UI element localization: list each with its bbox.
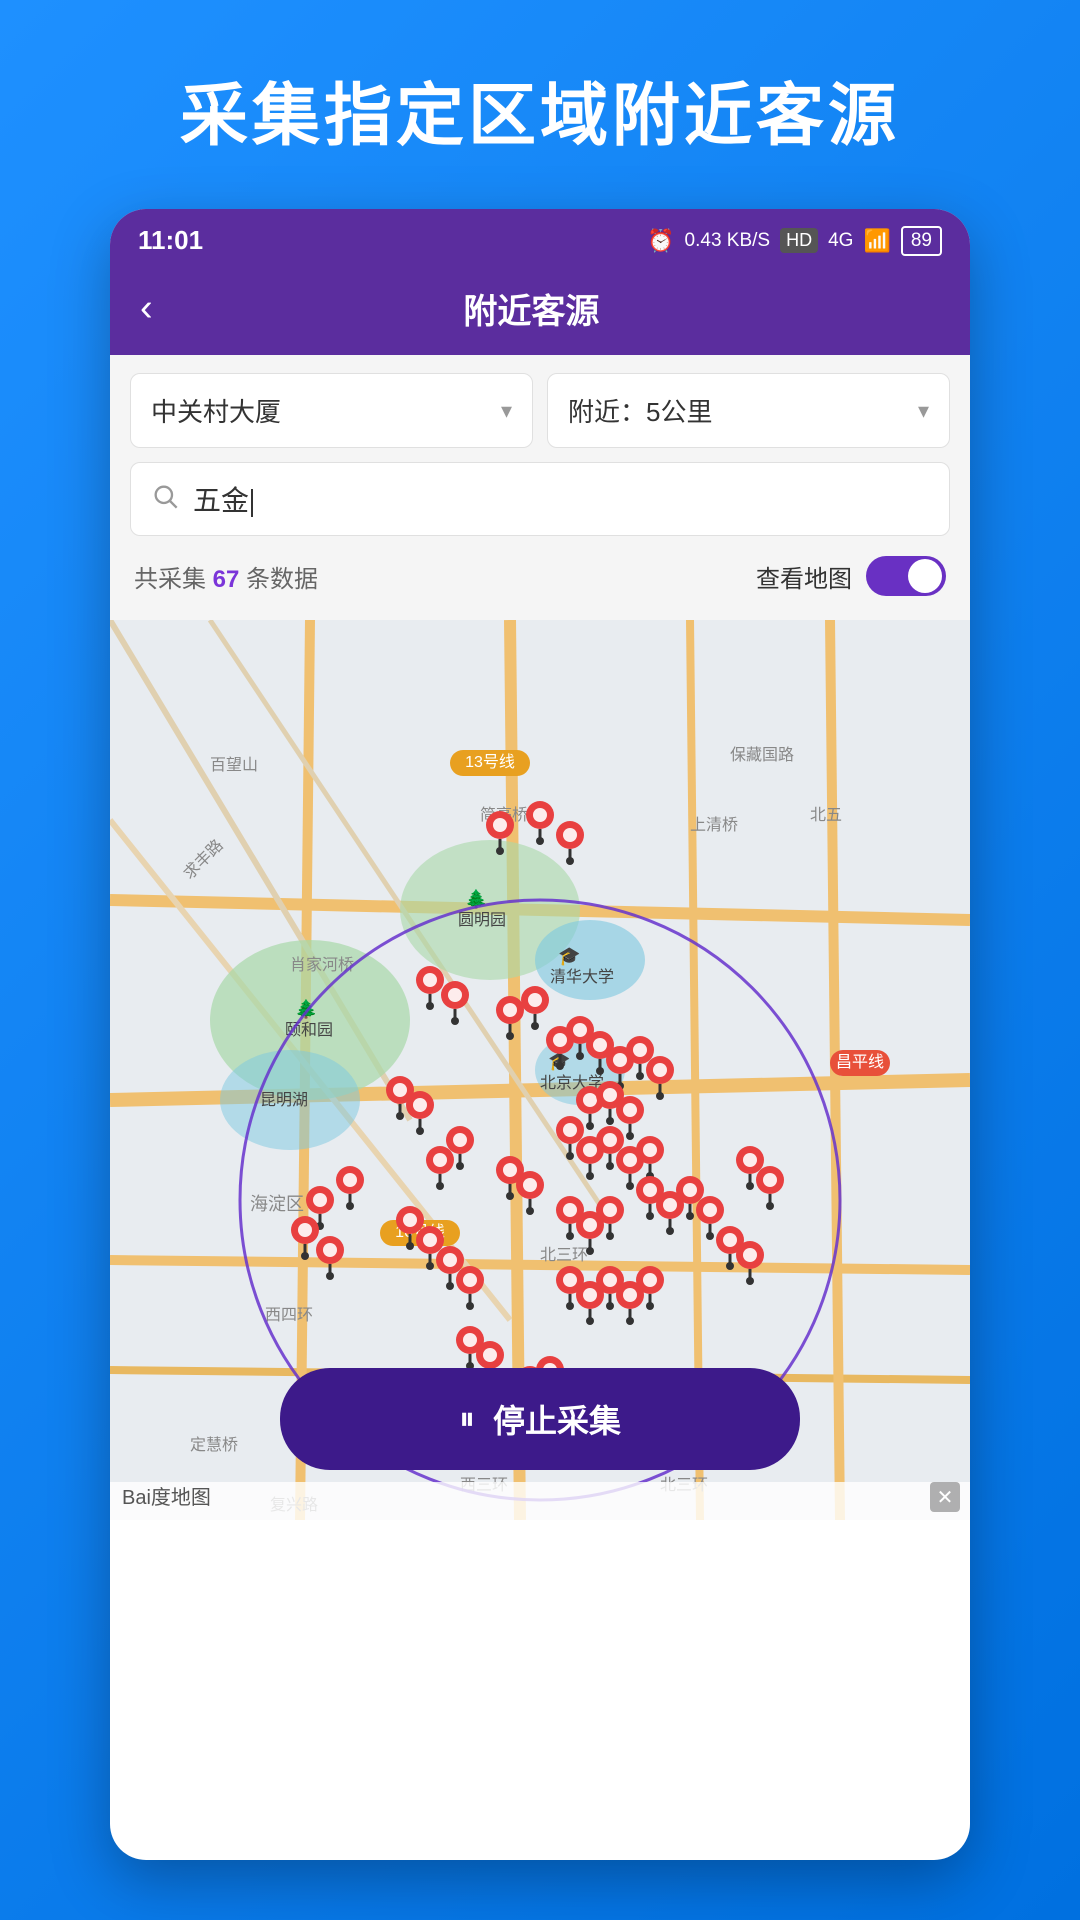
back-button[interactable]: ‹ [140,287,153,330]
headline: 采集指定区域附近客源 [140,0,940,209]
stats-count: 67 [213,566,240,593]
alarm-icon: ⏰ [647,228,674,254]
search-input[interactable]: 五金 [193,479,929,519]
stats-suffix: 条数据 [246,566,318,593]
search-icon [151,482,179,517]
status-bar: 11:01 ⏰ 0.43 KB/S HD 4G 📶 89 [110,209,970,266]
location-value: 中关村大厦 [151,392,281,429]
phone-frame: 11:01 ⏰ 0.43 KB/S HD 4G 📶 89 ‹ 附近客源 中关村大… [110,209,970,1860]
map-toggle-switch[interactable] [866,556,946,596]
page-title: 附近客源 [173,284,890,333]
stats-text: 共采集 67 条数据 [134,559,318,594]
stop-label: 停止采集 [493,1396,621,1442]
svg-text:🎓: 🎓 [558,946,580,966]
pause-icon: ⏸ [459,1400,475,1438]
stop-btn-area: ⏸ 停止采集 [280,1368,800,1470]
toggle-knob [908,559,942,593]
svg-text:昆明湖: 昆明湖 [260,1091,308,1109]
svg-text:13号线: 13号线 [465,753,515,771]
location-dropdown[interactable]: 中关村大厦 ▾ [130,373,533,448]
dropdown-row: 中关村大厦 ▾ 附近：5公里 ▾ [130,373,950,448]
signal-bars-icon: 📶 [863,228,890,254]
map-toggle-area: 查看地图 [756,556,946,596]
svg-text:海淀区: 海淀区 [250,1194,304,1214]
svg-text:百望山: 百望山 [210,756,258,774]
signal-4g: 4G [828,230,853,252]
hd-badge: HD [780,228,818,253]
network-speed: 0.43 KB/S [685,230,771,252]
svg-text:昌平线: 昌平线 [836,1053,884,1071]
map-toggle-label: 查看地图 [756,559,852,594]
location-chevron-icon: ▾ [501,398,512,424]
close-watermark-button[interactable]: ✕ [930,1482,960,1512]
svg-text:北五: 北五 [810,806,842,824]
svg-text:西四环: 西四环 [265,1307,313,1324]
svg-text:定慧桥: 定慧桥 [190,1436,238,1454]
battery-indicator: 89 [901,226,942,256]
stats-row: 共采集 67 条数据 查看地图 [130,550,950,602]
status-icons: ⏰ 0.43 KB/S HD 4G 📶 89 [647,226,942,256]
svg-text:圆明园: 圆明园 [458,912,506,929]
nearby-chevron-icon: ▾ [918,398,929,424]
svg-text:保藏国路: 保藏国路 [730,746,794,764]
stop-collection-button[interactable]: ⏸ 停止采集 [280,1368,800,1470]
stats-prefix: 共采集 [134,566,206,593]
search-box[interactable]: 五金 [130,462,950,536]
nav-bar: ‹ 附近客源 [110,266,970,355]
status-time: 11:01 [138,225,203,256]
svg-text:北三环: 北三环 [540,1246,588,1264]
map-container: 🌲 颐和园 昆明湖 🌲 圆明园 🎓 清华大学 🎓 北京大学 16号线 10号线 … [110,620,970,1520]
svg-text:Bai度地图: Bai度地图 [122,1486,211,1509]
nearby-value: 附近：5公里 [568,392,712,429]
controls-area: 中关村大厦 ▾ 附近：5公里 ▾ 五金 共采集 67 [110,355,970,620]
nearby-dropdown[interactable]: 附近：5公里 ▾ [547,373,950,448]
svg-text:清华大学: 清华大学 [550,968,614,986]
svg-text:上清桥: 上清桥 [690,816,738,834]
